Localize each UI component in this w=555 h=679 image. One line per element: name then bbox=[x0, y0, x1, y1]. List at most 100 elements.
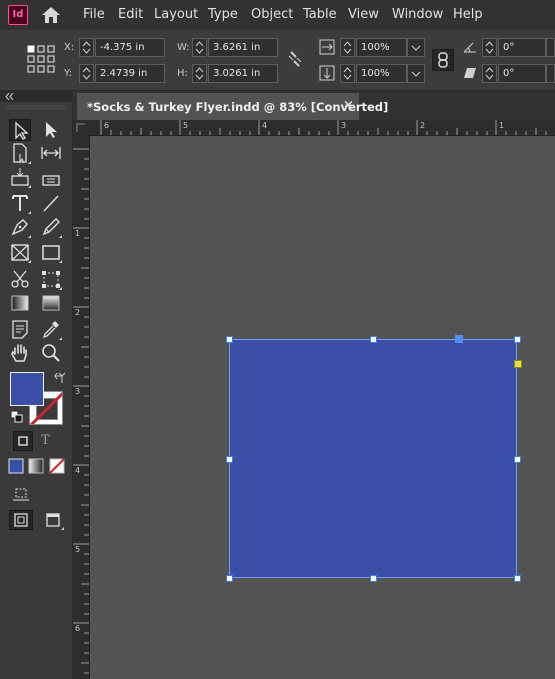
app-logo: Id bbox=[8, 5, 28, 25]
ruler-origin[interactable] bbox=[73, 120, 90, 136]
line-icon bbox=[43, 195, 59, 212]
frame-edge-handle[interactable] bbox=[455, 335, 463, 343]
shear-angle-icon bbox=[464, 68, 476, 78]
ruler-label: 2 bbox=[420, 121, 426, 130]
apply-color-button[interactable] bbox=[6, 456, 26, 476]
menu-window[interactable]: Window bbox=[392, 7, 443, 22]
shear-dropdown[interactable] bbox=[546, 64, 555, 83]
formatting-affects-text-button[interactable]: T bbox=[41, 433, 50, 448]
horizontal-ruler[interactable]: 6 5 4 3 2 1 bbox=[89, 120, 555, 136]
apply-gradient-icon bbox=[28, 458, 44, 474]
ruler-label: 5 bbox=[183, 121, 189, 130]
rotate-dropdown[interactable] bbox=[546, 38, 555, 57]
home-icon[interactable] bbox=[40, 5, 62, 25]
menu-table[interactable]: Table bbox=[303, 7, 337, 22]
x-stepper[interactable] bbox=[79, 38, 94, 57]
w-stepper[interactable] bbox=[192, 38, 207, 57]
scale-x-dropdown[interactable] bbox=[407, 38, 425, 57]
vertical-ruler[interactable]: 1 2 3 4 5 6 bbox=[73, 135, 90, 679]
scale-y-dropdown[interactable] bbox=[407, 64, 425, 83]
menu-object[interactable]: Object bbox=[251, 7, 293, 22]
h-field[interactable]: 3.0261 in bbox=[208, 64, 278, 83]
menu-edit[interactable]: Edit bbox=[118, 7, 143, 22]
zoom-tool[interactable] bbox=[40, 342, 62, 364]
type-tool[interactable] bbox=[9, 192, 31, 214]
zoom-icon bbox=[42, 344, 60, 362]
menu-file[interactable]: File bbox=[83, 7, 105, 22]
content-placer-icon bbox=[42, 175, 60, 186]
collapse-toolbar-icon[interactable] bbox=[5, 93, 15, 100]
ruler-label: 1 bbox=[499, 121, 505, 130]
rectangle-tool[interactable] bbox=[40, 241, 62, 263]
menu-help[interactable]: Help bbox=[453, 7, 483, 22]
constrain-scale-button[interactable] bbox=[432, 49, 454, 71]
gap-tool[interactable] bbox=[40, 142, 62, 164]
resize-handle-left[interactable] bbox=[226, 456, 233, 463]
formatting-affects-container-button[interactable] bbox=[13, 431, 33, 451]
page-tool[interactable] bbox=[9, 142, 31, 164]
x-field[interactable]: -4.375 in bbox=[95, 38, 165, 57]
resize-handle-bottom[interactable] bbox=[370, 575, 377, 582]
pencil-tool[interactable] bbox=[40, 216, 62, 238]
scale-y-stepper[interactable] bbox=[340, 64, 355, 83]
free-transform-tool[interactable] bbox=[40, 268, 62, 290]
menu-view[interactable]: View bbox=[348, 7, 379, 22]
ruler-label: 6 bbox=[104, 121, 110, 130]
selection-tool[interactable] bbox=[9, 119, 31, 141]
hand-icon bbox=[11, 344, 27, 362]
gradient-swatch-icon bbox=[11, 295, 29, 311]
gradient-feather-tool[interactable] bbox=[40, 292, 62, 314]
document-tab[interactable]: *Socks & Turkey Flyer.indd @ 83% [Conver… bbox=[77, 93, 388, 120]
hand-tool[interactable] bbox=[9, 342, 31, 364]
reference-point-icon[interactable] bbox=[27, 45, 55, 73]
shear-stepper[interactable] bbox=[482, 64, 497, 83]
selected-rectangle[interactable] bbox=[229, 339, 517, 578]
pen-tool[interactable] bbox=[9, 216, 31, 238]
rectangle-frame-tool[interactable] bbox=[9, 241, 31, 263]
direct-selection-tool[interactable] bbox=[40, 119, 62, 141]
eyedropper-tool[interactable] bbox=[40, 318, 62, 340]
live-corners-widget[interactable] bbox=[514, 360, 522, 368]
toolbar-grip-icon[interactable] bbox=[6, 104, 66, 112]
apply-gradient-button[interactable] bbox=[26, 456, 46, 476]
y-field[interactable]: 2.4739 in bbox=[95, 64, 165, 83]
h-stepper[interactable] bbox=[192, 64, 207, 83]
normal-view-button[interactable] bbox=[9, 510, 33, 530]
gradient-feather-icon bbox=[42, 295, 60, 311]
resize-handle-top[interactable] bbox=[370, 336, 377, 343]
default-fill-stroke-icon[interactable] bbox=[10, 410, 23, 423]
screen-mode-button[interactable] bbox=[10, 483, 32, 503]
resize-handle-top-left[interactable] bbox=[226, 336, 233, 343]
constrain-proportions-icon[interactable] bbox=[287, 50, 303, 68]
menu-type[interactable]: Type bbox=[208, 7, 238, 22]
apply-color-icon bbox=[8, 458, 24, 474]
apply-none-button[interactable] bbox=[47, 456, 67, 476]
y-stepper[interactable] bbox=[79, 64, 94, 83]
scale-x-field[interactable]: 100% bbox=[356, 38, 407, 57]
content-collector-tool[interactable] bbox=[9, 166, 31, 188]
scale-x-stepper[interactable] bbox=[340, 38, 355, 57]
note-tool[interactable] bbox=[9, 318, 31, 340]
w-field[interactable]: 3.6261 in bbox=[208, 38, 278, 57]
document-tab-bar: *Socks & Turkey Flyer.indd @ 83% [Conver… bbox=[72, 91, 555, 120]
scissors-tool[interactable] bbox=[9, 268, 31, 290]
resize-handle-right[interactable] bbox=[514, 456, 521, 463]
y-label: Y: bbox=[64, 68, 73, 79]
fill-swatch[interactable] bbox=[10, 372, 44, 406]
resize-handle-bottom-left[interactable] bbox=[226, 575, 233, 582]
preview-mode-button[interactable] bbox=[42, 510, 64, 530]
shear-field[interactable]: 0° bbox=[498, 64, 546, 83]
close-tab-icon[interactable]: × bbox=[343, 98, 354, 113]
scale-y-field[interactable]: 100% bbox=[356, 64, 407, 83]
rotate-stepper[interactable] bbox=[482, 38, 497, 57]
scale-y-icon bbox=[319, 65, 335, 81]
gradient-swatch-tool[interactable] bbox=[9, 292, 31, 314]
content-placer-tool[interactable] bbox=[40, 166, 62, 188]
line-tool[interactable] bbox=[40, 192, 62, 214]
menu-layout[interactable]: Layout bbox=[154, 7, 198, 22]
link-icon bbox=[438, 52, 448, 68]
resize-handle-top-right[interactable] bbox=[514, 336, 521, 343]
resize-handle-bottom-right[interactable] bbox=[514, 575, 521, 582]
rotate-field[interactable]: 0° bbox=[498, 38, 546, 57]
swap-fill-stroke-icon[interactable] bbox=[53, 372, 66, 385]
